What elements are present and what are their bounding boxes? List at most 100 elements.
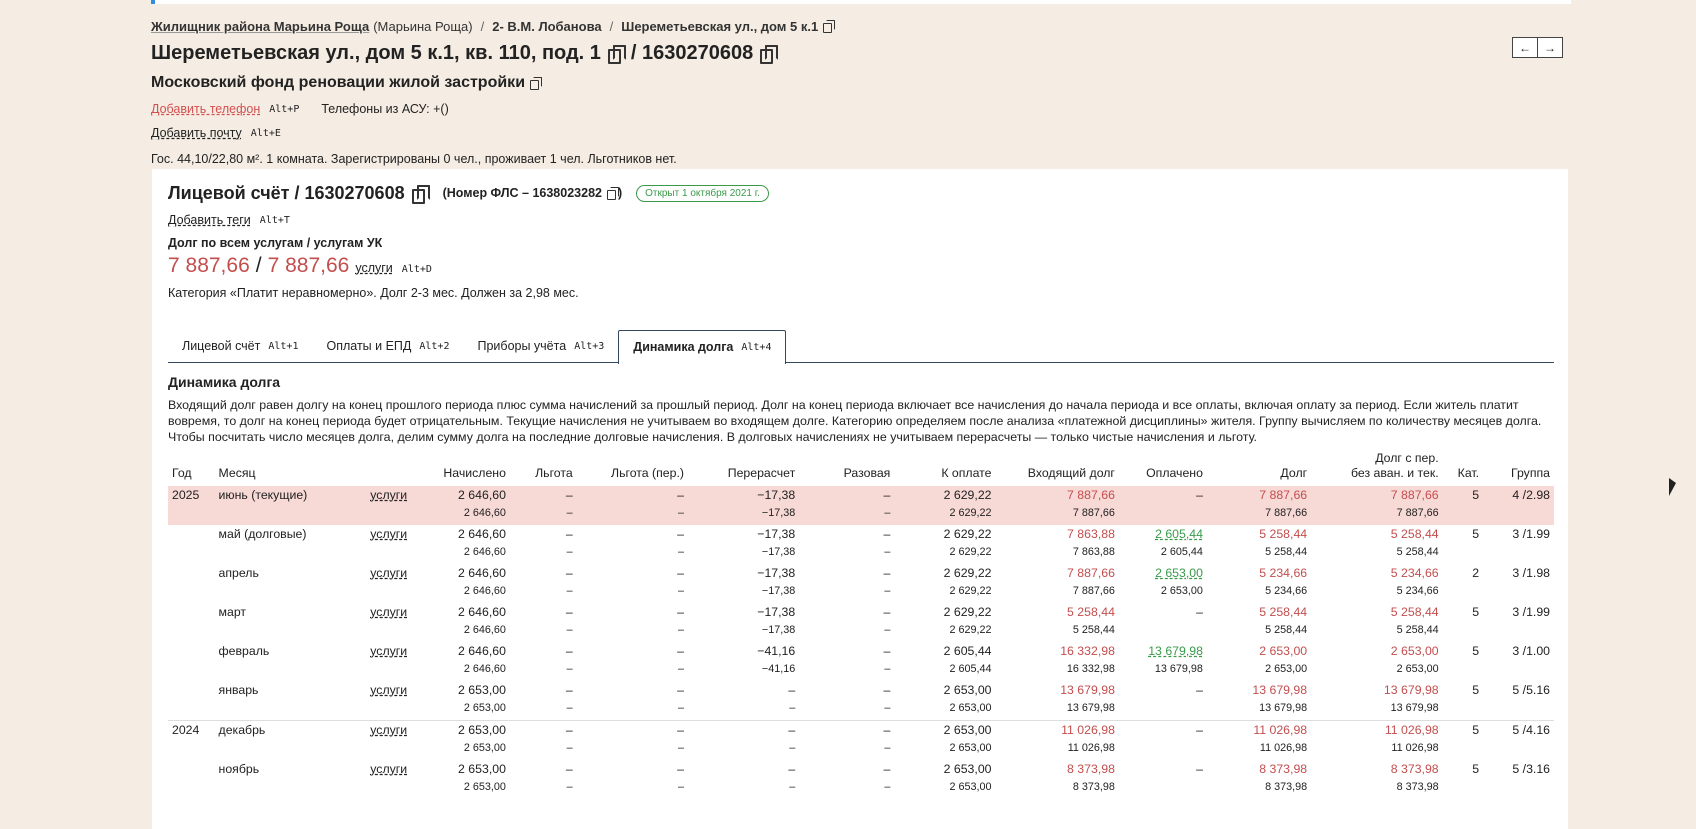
value-benefit-recalc: – [677,683,684,697]
tab-debt-dynamics[interactable]: Динамика долга Alt+4 [618,329,787,364]
add-tags-link[interactable]: Добавить теги [168,213,251,227]
subcell-benefit-recalc: – [677,702,684,714]
value-incoming: 7 887,66 [1067,566,1115,580]
cell-empty [168,700,215,721]
cell-empty [366,740,415,760]
col-benefit-recalc: Льгота (пер.) [611,466,684,480]
breadcrumb-zhilnik[interactable]: Жилищник района Марьина Роща [151,19,369,34]
copy-icon[interactable] [606,187,619,200]
value-debt-ext: 5 258,44 [1390,527,1439,541]
subcell-benefit: – [566,663,573,675]
add-phone-link[interactable]: Добавить телефон [151,102,260,116]
value-paid[interactable]: 2 605,44 [1155,527,1203,541]
subcell-benefit: – [566,742,573,754]
value-incoming: 5 258,44 [1067,605,1115,619]
section-title: Динамика долга [168,374,281,390]
services-link[interactable]: услуги [370,527,407,541]
breadcrumb-house[interactable]: Шереметьевская ул., дом 5 к.1 [621,19,818,34]
table-subrow: 2 653,00 – – – – 2 653,00 11 026,98 11 026,98 11… [168,740,1554,760]
cell-debt-ext: 7 887,66 [1311,486,1443,505]
tab-label: Приборы учёта [477,339,567,353]
cell-group: 3 /1.98 [1512,566,1550,580]
value-paid: – [1196,605,1203,619]
value-to-pay: 2 653,00 [943,683,992,697]
services-link[interactable]: услуги [370,723,407,737]
value-benefit-recalc: – [677,762,684,776]
tab-shortcut: Alt+3 [574,340,605,352]
cell-month: январь [218,683,259,697]
organization: Московский фонд реновации жилой застройк… [151,71,1571,95]
debt-all: 7 887,66 [168,254,250,277]
apartment-info: Гос. 44,10/22,80 м². 1 комната. Зарегист… [151,152,677,166]
services-link[interactable]: услуги [370,683,407,697]
value-recalc: – [788,723,796,737]
copy-icon[interactable] [760,45,779,64]
value-benefit: – [565,644,573,658]
services-link[interactable]: услуги [370,605,407,619]
subcell-paid: 13 679,98 [1154,663,1203,675]
subcell-incoming: 8 373,98 [1072,781,1115,793]
cell-empty [215,779,367,799]
next-button[interactable]: → [1538,37,1563,58]
value-debt: 11 026,98 [1253,723,1308,737]
value-to-pay: 2 629,22 [943,566,992,580]
services-link[interactable]: услуги [355,261,392,275]
cell-year [168,642,215,661]
cell-benefit-recalc: – [576,486,688,505]
debt-label: Долг по всем услугам / услугам УК [168,236,383,250]
tab-meters[interactable]: Приборы учёта Alt+3 [463,330,618,362]
subcell-paid: 2 605,44 [1160,546,1203,558]
cell-benefit-recalc: – [577,525,688,544]
copy-icon[interactable] [530,77,543,90]
subcell-debt: 8 373,98 [1265,781,1308,793]
services-link[interactable]: услуги [370,762,407,776]
value-debt-ext: 7 887,66 [1390,488,1439,502]
value-benefit: – [565,723,573,737]
value-paid: – [1196,762,1203,776]
cell-month: март [218,605,247,619]
subcell-debt: 13 679,98 [1259,702,1308,714]
cell-empty [168,505,215,525]
subcell-to-pay: 2 653,00 [949,702,992,714]
prev-button[interactable]: ← [1512,37,1538,58]
value-paid[interactable]: 2 653,00 [1155,566,1203,580]
services-link[interactable]: услуги [370,566,407,580]
cell-empty [1443,583,1483,603]
cell-year [168,760,215,779]
col-services [366,449,415,486]
subcell-debt: 5 258,44 [1265,624,1308,636]
cell-group: 5 /3.16 [1512,762,1550,776]
cell-debt: 2 653,00 [1207,642,1311,661]
subcell-to-pay: 2 629,22 [949,624,992,636]
cell-empty [366,544,415,564]
subcell-recalc: −17,38 [687,505,800,525]
cell-empty [366,583,415,603]
tab-account[interactable]: Лицевой счёт Alt+1 [168,330,312,362]
table-row: ноябрь услуги 2 653,00 – – – – 2 653,00 8 373,98… [168,760,1554,779]
add-email-link[interactable]: Добавить почту [151,126,242,140]
cell-benefit: – [510,681,577,700]
subcell-benefit: – [566,702,573,714]
services-link[interactable]: услуги [370,644,407,658]
breadcrumb-manager[interactable]: 2- В.М. Лобанова [492,19,601,34]
value-debt: 5 258,44 [1259,527,1308,541]
fls-label: (Номер ФЛС – 1638023282 [442,186,602,200]
copy-icon[interactable] [823,20,836,33]
value-debt-ext: 2 653,00 [1390,644,1439,658]
subcell-benefit: – [566,624,573,636]
cell-empty [1442,505,1484,525]
cell-incoming: 5 258,44 [996,603,1119,622]
copy-icon[interactable] [607,45,626,64]
breadcrumb-separator: / [609,18,614,34]
cell-paid: – [1118,720,1207,740]
top-strip [151,0,1571,4]
table-row: 2025 июнь (текущие) услуги 2 646,60 – – −17,38… [168,486,1554,505]
services-link[interactable]: услуги [370,488,407,502]
copy-icon[interactable] [411,185,430,204]
value-oneoff: – [883,644,891,658]
tab-payments[interactable]: Оплаты и ЕПД Alt+2 [312,330,463,362]
cell-incoming: 7 887,66 [995,486,1119,505]
table-row: март услуги 2 646,60 – – −17,38 – 2 629,22 5 258… [168,603,1554,622]
value-paid[interactable]: 13 679,98 [1148,644,1203,658]
category-line: Категория «Платит неравномерно». Долг 2-… [168,286,579,300]
